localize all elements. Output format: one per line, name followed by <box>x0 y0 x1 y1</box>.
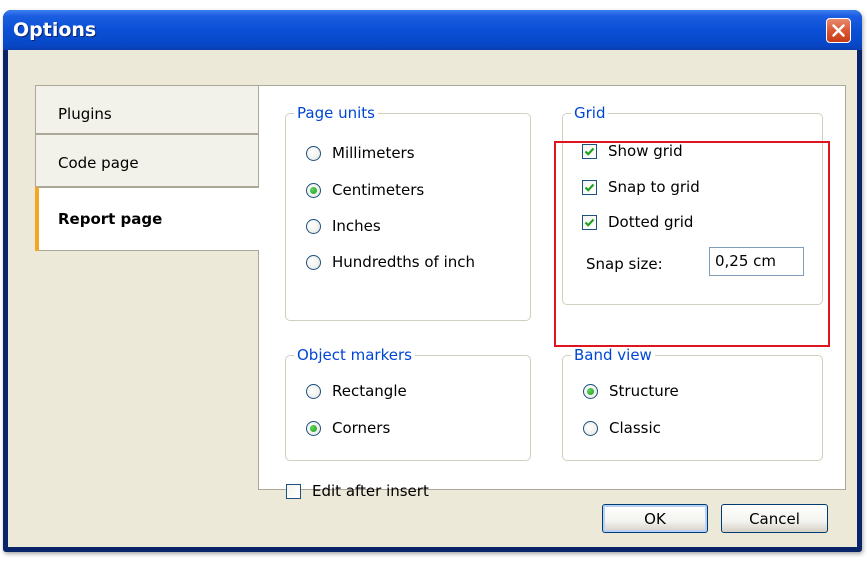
radio-structure[interactable]: Structure <box>583 380 679 402</box>
radio-button[interactable] <box>583 383 598 399</box>
snap-size-label: Snap size: <box>586 255 663 273</box>
report-page-panel: Page units Millimeters Centimeters Inche… <box>258 85 846 500</box>
group-legend: Page units <box>294 104 378 122</box>
checkbox[interactable] <box>582 143 597 159</box>
radio-centimeters[interactable]: Centimeters <box>306 179 424 201</box>
tab-code-page[interactable]: Code page <box>35 134 259 187</box>
radio-millimeters[interactable]: Millimeters <box>306 142 415 164</box>
option-label: Edit after insert <box>312 482 429 500</box>
group-legend: Object markers <box>294 346 415 364</box>
option-label: Structure <box>609 382 679 400</box>
band-view-group: Band view Structure Classic <box>562 346 823 461</box>
radio-button[interactable] <box>306 383 321 399</box>
page-units-group: Page units Millimeters Centimeters Inche… <box>285 104 531 321</box>
tab-active-indicator <box>35 187 39 251</box>
checkbox[interactable] <box>286 483 301 499</box>
radio-hundredths-of-inch[interactable]: Hundredths of inch <box>306 251 475 273</box>
ok-button[interactable]: OK <box>602 504 708 533</box>
checkbox[interactable] <box>582 179 597 195</box>
window-title: Options <box>13 19 97 41</box>
group-legend: Grid <box>571 104 609 122</box>
option-label: Hundredths of inch <box>332 253 476 271</box>
radio-classic[interactable]: Classic <box>583 417 661 439</box>
option-label: Centimeters <box>332 181 425 199</box>
radio-corners[interactable]: Corners <box>306 417 390 439</box>
cancel-button[interactable]: Cancel <box>721 504 828 533</box>
option-label: Classic <box>609 419 661 437</box>
option-label: Inches <box>332 217 381 235</box>
object-markers-group: Object markers Rectangle Corners <box>285 346 531 461</box>
radio-button[interactable] <box>306 218 321 234</box>
checkbox-edit-after-insert[interactable]: Edit after insert <box>286 480 429 502</box>
radio-inches[interactable]: Inches <box>306 215 381 237</box>
option-label: Dotted grid <box>608 213 694 231</box>
checkbox[interactable] <box>582 214 597 230</box>
dialog-body: Plugins Code page Report page Page units… <box>8 50 857 547</box>
title-bar[interactable]: Options <box>3 10 862 50</box>
checkmark-icon <box>584 147 595 156</box>
checkbox-snap-to-grid[interactable]: Snap to grid <box>582 176 700 198</box>
checkbox-show-grid[interactable]: Show grid <box>582 140 683 162</box>
tab-label: Code page <box>58 154 139 172</box>
close-button[interactable] <box>826 18 851 43</box>
tab-plugins[interactable]: Plugins <box>35 85 259 134</box>
grid-group: Grid Show grid Snap to grid Dotted grid … <box>562 104 823 305</box>
radio-button[interactable] <box>306 420 321 436</box>
option-label: Show grid <box>608 142 683 160</box>
tab-report-page[interactable]: Report page <box>35 187 259 251</box>
checkbox-dotted-grid[interactable]: Dotted grid <box>582 211 693 233</box>
group-legend: Band view <box>571 346 655 364</box>
radio-button[interactable] <box>583 420 598 436</box>
radio-button[interactable] <box>306 182 321 198</box>
option-label: Millimeters <box>332 144 415 162</box>
tab-label: Report page <box>58 210 163 228</box>
radio-rectangle[interactable]: Rectangle <box>306 380 407 402</box>
radio-button[interactable] <box>306 254 321 270</box>
radio-button[interactable] <box>306 145 321 161</box>
checkmark-icon <box>584 218 595 227</box>
option-label: Corners <box>332 419 391 437</box>
snap-size-input[interactable]: 0,25 cm <box>709 247 804 276</box>
option-label: Rectangle <box>332 382 407 400</box>
checkmark-icon <box>584 183 595 192</box>
close-icon <box>832 24 845 37</box>
options-dialog: Options Plugins Code page Report page Pa… <box>3 10 862 552</box>
option-label: Snap to grid <box>608 178 700 196</box>
tab-label: Plugins <box>58 105 112 123</box>
